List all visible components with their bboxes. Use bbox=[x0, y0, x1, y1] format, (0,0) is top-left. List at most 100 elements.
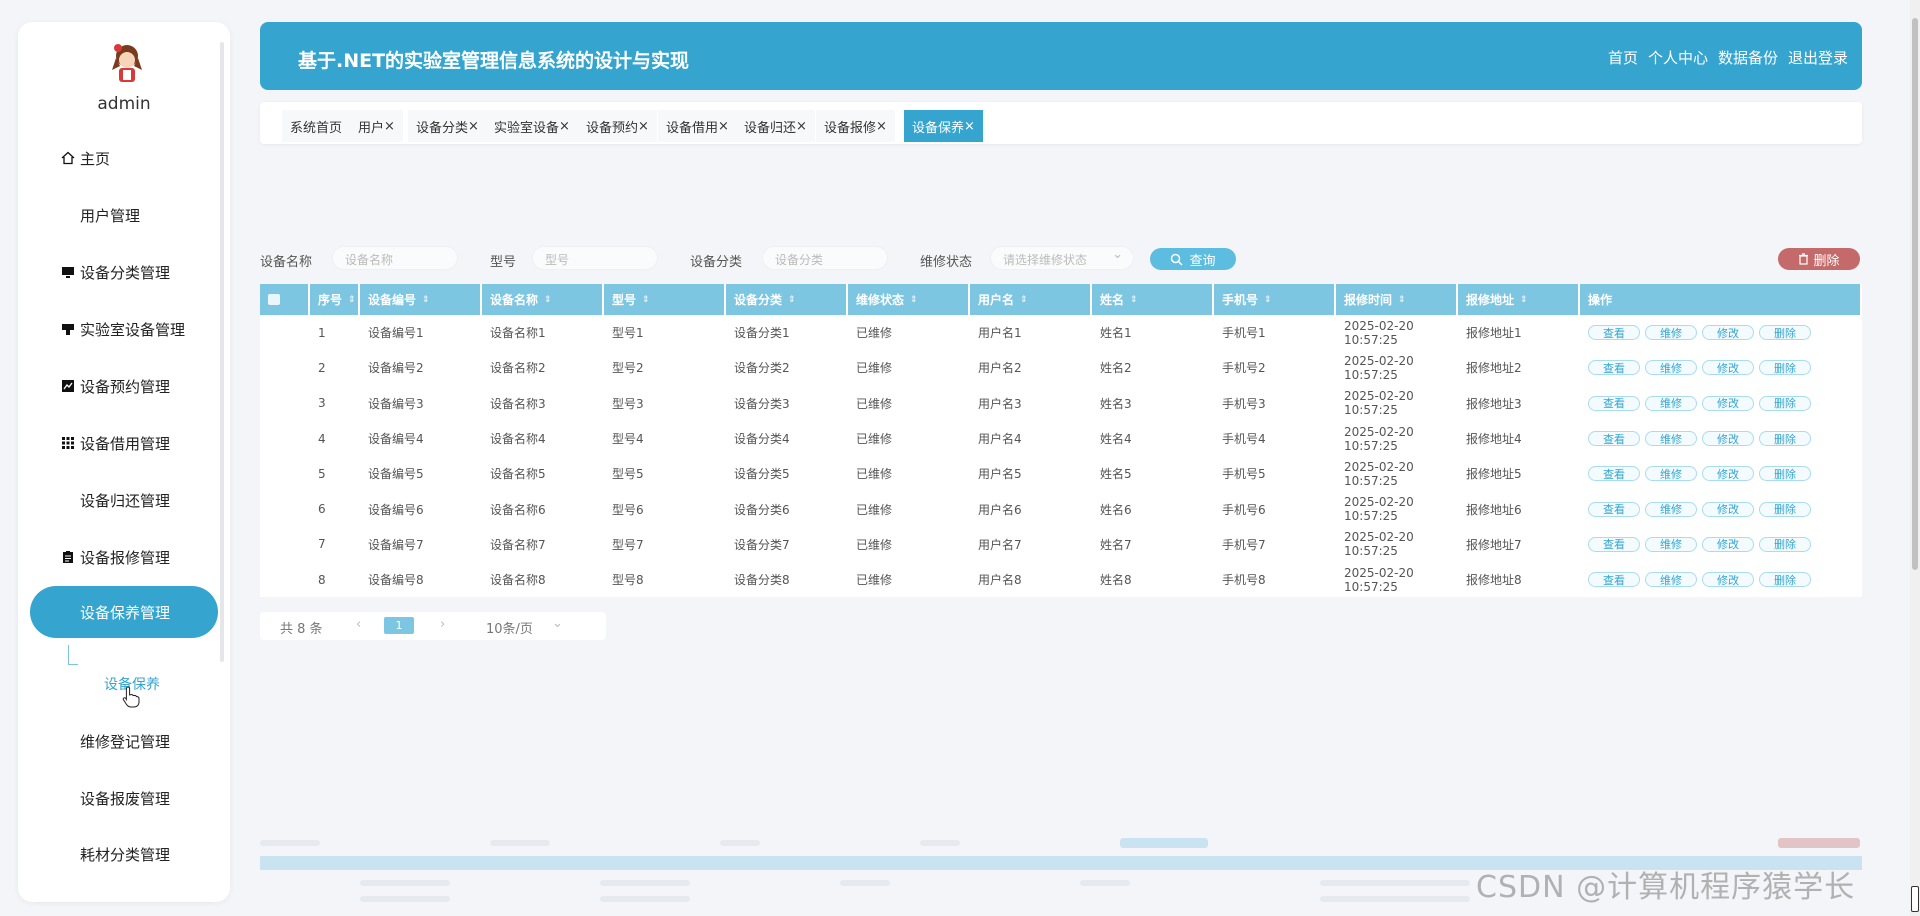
table-row[interactable]: 2 设备编号2 设备名称2 型号2 设备分类2 已维修 用户名2 姓名2 手机号2 2025-02… bbox=[260, 350, 1862, 386]
sort-icon[interactable]: ⇕ bbox=[422, 295, 430, 305]
edit-button[interactable]: 修改 bbox=[1702, 395, 1754, 411]
tab-6[interactable]: 设备归还 × bbox=[736, 110, 815, 142]
close-icon[interactable]: × bbox=[384, 119, 395, 134]
row-select-cell[interactable] bbox=[260, 420, 310, 457]
sort-icon[interactable]: ⇕ bbox=[642, 295, 650, 305]
row-select-cell[interactable] bbox=[260, 456, 310, 492]
column-header[interactable]: 手机号 ⇕ bbox=[1214, 284, 1336, 315]
page-size-select[interactable]: 10条/页 bbox=[486, 618, 533, 637]
column-header[interactable]: 报修地址 ⇕ bbox=[1458, 284, 1580, 315]
delete-button[interactable]: 删除 bbox=[1759, 360, 1811, 376]
edit-button[interactable]: 修改 bbox=[1702, 572, 1754, 588]
tab-1[interactable]: 用户 × bbox=[350, 110, 403, 142]
sidebar-item-consumable-category[interactable]: 耗材分类管理 bbox=[30, 832, 218, 876]
table-row[interactable]: 8 设备编号8 设备名称8 型号8 设备分类8 已维修 用户名8 姓名8 手机号8 2025-02… bbox=[260, 562, 1862, 598]
category-input[interactable]: 设备分类 bbox=[762, 246, 888, 270]
edit-button[interactable]: 修改 bbox=[1702, 501, 1754, 517]
tab-4[interactable]: 设备预约 × bbox=[578, 110, 657, 142]
view-button[interactable]: 查看 bbox=[1588, 572, 1640, 588]
column-header[interactable]: 用户名 ⇕ bbox=[970, 284, 1092, 315]
column-header[interactable]: 报修时间 ⇕ bbox=[1336, 284, 1458, 315]
model-input[interactable]: 型号 bbox=[532, 246, 658, 270]
tab-0[interactable]: 系统首页 bbox=[282, 110, 351, 142]
page-scrollbar-thumb[interactable] bbox=[1912, 18, 1918, 570]
sort-icon[interactable]: ⇕ bbox=[788, 295, 796, 305]
sidebar-item-device-scrap[interactable]: 设备报废管理 bbox=[30, 776, 218, 820]
close-icon[interactable]: × bbox=[876, 119, 887, 134]
batch-delete-button[interactable]: 删除 bbox=[1778, 248, 1860, 270]
column-header[interactable]: 型号 ⇕ bbox=[604, 284, 726, 315]
table-row[interactable]: 1 设备编号1 设备名称1 型号1 设备分类1 已维修 用户名1 姓名1 手机号1 2025-02… bbox=[260, 315, 1862, 351]
edit-button[interactable]: 修改 bbox=[1702, 536, 1754, 552]
nav-backup-link[interactable]: 数据备份 bbox=[1718, 47, 1778, 68]
edit-button[interactable]: 修改 bbox=[1702, 325, 1754, 341]
close-icon[interactable]: × bbox=[964, 119, 975, 134]
sidebar-item-device-repair[interactable]: 设备报修管理 bbox=[30, 535, 218, 579]
view-button[interactable]: 查看 bbox=[1588, 395, 1640, 411]
edit-button[interactable]: 修改 bbox=[1702, 431, 1754, 447]
column-header[interactable]: 设备编号 ⇕ bbox=[360, 284, 482, 315]
column-header[interactable]: 序号 ⇕ bbox=[310, 284, 360, 315]
chevron-right-icon[interactable]: › bbox=[440, 617, 445, 632]
sort-icon[interactable]: ⇕ bbox=[1398, 295, 1406, 305]
chevron-down-icon[interactable]: ⌄ bbox=[552, 616, 563, 631]
row-select-cell[interactable] bbox=[260, 315, 310, 351]
repair-button[interactable]: 维修 bbox=[1645, 395, 1697, 411]
sidebar-item-device-reservation[interactable]: 设备预约管理 bbox=[30, 364, 218, 408]
tab-8[interactable]: 设备保养 × bbox=[904, 110, 983, 142]
sort-icon[interactable]: ⇕ bbox=[544, 295, 552, 305]
page-scrollbar[interactable] bbox=[1910, 0, 1920, 916]
column-header[interactable]: 设备分类 ⇕ bbox=[726, 284, 848, 315]
table-row[interactable]: 5 设备编号5 设备名称5 型号5 设备分类5 已维修 用户名5 姓名5 手机号5 2025-02… bbox=[260, 456, 1862, 492]
sort-icon[interactable]: ⇕ bbox=[1520, 295, 1528, 305]
column-header[interactable]: 设备名称 ⇕ bbox=[482, 284, 604, 315]
select-all-checkbox[interactable] bbox=[268, 294, 280, 305]
delete-button[interactable]: 删除 bbox=[1759, 536, 1811, 552]
tab-5[interactable]: 设备借用 × bbox=[658, 110, 737, 142]
repair-button[interactable]: 维修 bbox=[1645, 501, 1697, 517]
repair-status-select[interactable]: 请选择维修状态 bbox=[990, 246, 1134, 270]
sort-icon[interactable]: ⇕ bbox=[348, 295, 356, 305]
page-number-current[interactable]: 1 bbox=[384, 617, 414, 634]
repair-button[interactable]: 维修 bbox=[1645, 466, 1697, 482]
close-icon[interactable]: × bbox=[718, 119, 729, 134]
view-button[interactable]: 查看 bbox=[1588, 325, 1640, 341]
sort-icon[interactable]: ⇕ bbox=[1264, 295, 1272, 305]
sidebar-item-lab-device[interactable]: 实验室设备管理 bbox=[30, 307, 218, 351]
column-header[interactable]: 维修状态 ⇕ bbox=[848, 284, 970, 315]
delete-button[interactable]: 删除 bbox=[1759, 395, 1811, 411]
edit-button[interactable]: 修改 bbox=[1702, 360, 1754, 376]
row-select-cell[interactable] bbox=[260, 562, 310, 598]
edit-button[interactable]: 修改 bbox=[1702, 466, 1754, 482]
delete-button[interactable]: 删除 bbox=[1759, 431, 1811, 447]
row-select-cell[interactable] bbox=[260, 350, 310, 386]
tab-2[interactable]: 设备分类 × bbox=[408, 110, 487, 142]
sidebar-item-device-category[interactable]: 设备分类管理 bbox=[30, 250, 218, 294]
repair-button[interactable]: 维修 bbox=[1645, 431, 1697, 447]
chevron-left-icon[interactable]: ‹ bbox=[356, 617, 361, 632]
delete-button[interactable]: 删除 bbox=[1759, 501, 1811, 517]
table-row[interactable]: 6 设备编号6 设备名称6 型号6 设备分类6 已维修 用户名6 姓名6 手机号6 2025-02… bbox=[260, 491, 1862, 527]
query-button[interactable]: 查询 bbox=[1150, 248, 1236, 270]
tab-7[interactable]: 设备报修 × bbox=[816, 110, 895, 142]
device-name-input[interactable]: 设备名称 bbox=[332, 246, 458, 270]
view-button[interactable]: 查看 bbox=[1588, 431, 1640, 447]
sort-icon[interactable]: ⇕ bbox=[1130, 295, 1138, 305]
close-icon[interactable]: × bbox=[559, 119, 570, 134]
sort-icon[interactable]: ⇕ bbox=[910, 295, 918, 305]
repair-button[interactable]: 维修 bbox=[1645, 572, 1697, 588]
tab-3[interactable]: 实验室设备 × bbox=[486, 110, 578, 142]
delete-button[interactable]: 删除 bbox=[1759, 572, 1811, 588]
table-row[interactable]: 4 设备编号4 设备名称4 型号4 设备分类4 已维修 用户名4 姓名4 手机号4 2025-02… bbox=[260, 420, 1862, 457]
sidebar-item-device-maintenance[interactable]: 设备保养管理 bbox=[30, 586, 218, 638]
delete-button[interactable]: 删除 bbox=[1759, 325, 1811, 341]
repair-button[interactable]: 维修 bbox=[1645, 536, 1697, 552]
sidebar-scrollbar[interactable] bbox=[220, 42, 224, 662]
sidebar-item-device-borrow[interactable]: 设备借用管理 bbox=[30, 421, 218, 465]
table-row[interactable]: 3 设备编号3 设备名称3 型号3 设备分类3 已维修 用户名3 姓名3 手机号3 2025-02… bbox=[260, 385, 1862, 421]
view-button[interactable]: 查看 bbox=[1588, 360, 1640, 376]
table-row[interactable]: 7 设备编号7 设备名称7 型号7 设备分类7 已维修 用户名7 姓名7 手机号7 2025-02… bbox=[260, 526, 1862, 563]
avatar[interactable] bbox=[104, 40, 150, 86]
view-button[interactable]: 查看 bbox=[1588, 501, 1640, 517]
sidebar-item-repair-registration[interactable]: 维修登记管理 bbox=[30, 719, 218, 763]
